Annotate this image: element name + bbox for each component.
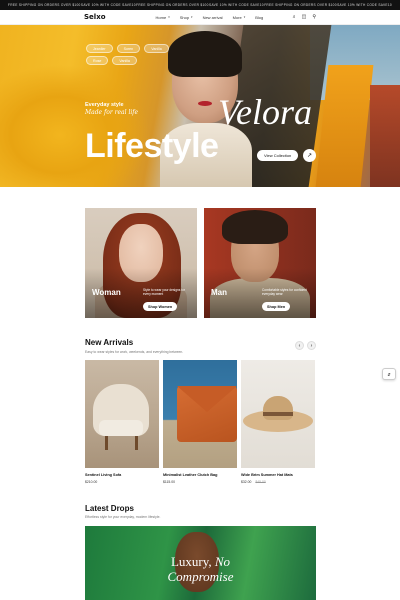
product-price: $210.00 bbox=[85, 480, 98, 484]
hero-chips: Jeanlier Soren Vanilla bbox=[86, 44, 169, 53]
hero-chip[interactable]: Jeanlier bbox=[86, 44, 113, 53]
chevron-down-icon: ▾ bbox=[191, 15, 193, 19]
carousel-next-button[interactable]: › bbox=[307, 341, 316, 350]
new-arrivals-subtitle: Easy to wear styles for work, weekends, … bbox=[85, 350, 184, 354]
chevron-down-icon: ▾ bbox=[168, 15, 170, 19]
category-label: Woman bbox=[92, 288, 121, 297]
product-name[interactable]: Sentinel Living Sofa bbox=[85, 473, 159, 477]
product-image[interactable] bbox=[85, 360, 159, 468]
promo-message: FREE SHIPPING ON ORDERS OVER $100 bbox=[136, 3, 209, 7]
product-name[interactable]: Wide Brim Summer Hat Mats bbox=[241, 473, 315, 477]
latest-drops-title: Latest Drops bbox=[85, 504, 134, 513]
main-nav: Home ▾ Shop ▾ New arrival More ▾ Blog bbox=[156, 15, 264, 20]
model-hair bbox=[222, 210, 288, 244]
carousel-prev-button[interactable]: ‹ bbox=[295, 341, 304, 350]
nav-label: Shop bbox=[179, 14, 190, 20]
arrow-up-right-icon[interactable]: ↗ bbox=[303, 149, 316, 162]
hero-chips: Rose Vanilla bbox=[86, 56, 137, 65]
product-card[interactable]: Minimalist Leather Clutch Bag $115.00 bbox=[163, 360, 237, 484]
nav-item-home[interactable]: Home ▾ bbox=[156, 15, 170, 20]
hero-chip[interactable]: Soren bbox=[116, 44, 141, 53]
promo-message: SAVE 10% WITH CODE SAVE10 bbox=[80, 3, 136, 7]
nav-label: More bbox=[232, 14, 242, 20]
floating-widget-button[interactable]: ⇵ bbox=[382, 368, 396, 380]
hero-fabric bbox=[370, 85, 400, 187]
logo[interactable]: Selxo bbox=[84, 13, 106, 21]
product-price: $32.00 bbox=[241, 480, 252, 484]
promo-message: SAVE 10% WITH CODE SAVE10 bbox=[209, 3, 264, 7]
latest-drops-subtitle: Effortless style for your everyday, mode… bbox=[85, 515, 161, 519]
search-icon[interactable]: ⌕ bbox=[293, 14, 296, 20]
bag-icon[interactable]: ◫ bbox=[302, 14, 307, 20]
hero-tagline: Made for real life bbox=[85, 109, 139, 116]
product-old-price: $45.00 bbox=[255, 480, 266, 484]
hero-chip[interactable]: Vanilla bbox=[112, 56, 137, 65]
chair-shape bbox=[99, 420, 143, 436]
product-price-row: $210.00 bbox=[85, 480, 159, 484]
hero-chip[interactable]: Rose bbox=[86, 56, 109, 65]
nav-item-new-arrival[interactable]: New arrival bbox=[203, 15, 223, 20]
product-image[interactable] bbox=[241, 360, 315, 468]
hero-title: Lifestyle bbox=[85, 127, 219, 165]
shop-women-button[interactable]: Shop Women bbox=[143, 302, 178, 311]
hat-shape bbox=[263, 412, 293, 416]
promo-message: FREE SHIPPING ON ORDERS OVER $100 bbox=[264, 3, 337, 7]
hero-eyebrow: Everyday style bbox=[85, 102, 124, 108]
nav-item-shop[interactable]: Shop ▾ bbox=[180, 15, 193, 20]
drops-banner-title: Luxury, No Compromise bbox=[85, 554, 316, 584]
nav-label: New arrival bbox=[202, 14, 223, 20]
nav-label: Blog bbox=[255, 14, 264, 20]
product-card[interactable]: Wide Brim Summer Hat Mats $32.00 $45.00 bbox=[241, 360, 315, 484]
hero-model-lips bbox=[198, 101, 212, 106]
chair-shape bbox=[135, 436, 138, 450]
user-icon[interactable]: ⚲ bbox=[312, 14, 316, 20]
latest-drops-banner[interactable]: Luxury, No Compromise bbox=[85, 526, 316, 600]
hat-shape bbox=[263, 396, 293, 420]
product-price-row: $32.00 $45.00 bbox=[241, 480, 315, 484]
header-icons: ⌕ ◫ ⚲ bbox=[293, 14, 316, 20]
chair-shape bbox=[105, 436, 108, 450]
product-image[interactable] bbox=[163, 360, 237, 468]
category-description: Style to wear your designs for every mom… bbox=[143, 288, 185, 297]
drops-title-italic: No bbox=[214, 554, 231, 569]
site-header: Selxo Home ▾ Shop ▾ New arrival More ▾ B… bbox=[0, 10, 400, 25]
hero-brand-script: Velora bbox=[218, 92, 312, 132]
category-card-man[interactable]: Man Comfortable styles for confident eve… bbox=[204, 208, 316, 318]
drops-title-line2: Compromise bbox=[167, 569, 234, 584]
product-name[interactable]: Minimalist Leather Clutch Bag bbox=[163, 473, 237, 477]
category-description: Comfortable styles for confident everyda… bbox=[262, 288, 307, 297]
drops-title-line1: Luxury, bbox=[170, 554, 212, 569]
product-card[interactable]: Sentinel Living Sofa $210.00 bbox=[85, 360, 159, 484]
nav-label: Home bbox=[155, 14, 167, 20]
hero-text: Everyday style Made for real life bbox=[85, 102, 138, 116]
hero-chip[interactable]: Vanilla bbox=[144, 44, 169, 53]
category-label: Man bbox=[211, 288, 227, 297]
nav-item-more[interactable]: More ▾ bbox=[233, 15, 246, 20]
promo-message: SAVE 10% WITH CODE SAVE10 bbox=[337, 3, 392, 7]
hero-model-hair bbox=[168, 31, 242, 77]
chevron-down-icon: ▾ bbox=[243, 15, 246, 19]
promo-message: FREE SHIPPING ON ORDERS OVER $100 bbox=[8, 3, 81, 7]
nav-item-blog[interactable]: Blog bbox=[255, 15, 263, 20]
view-collection-button[interactable]: View Collection bbox=[257, 150, 299, 161]
hero-banner: Jeanlier Soren Vanilla Rose Vanilla Ever… bbox=[0, 25, 400, 187]
promo-bar: FREE SHIPPING ON ORDERS OVER $100 SAVE 1… bbox=[0, 0, 400, 10]
product-price: $115.00 bbox=[163, 480, 176, 484]
product-price-row: $115.00 bbox=[163, 480, 237, 484]
new-arrivals-title: New Arrivals bbox=[85, 338, 134, 347]
shop-men-button[interactable]: Shop Men bbox=[262, 302, 291, 311]
category-card-woman[interactable]: Woman Style to wear your designs for eve… bbox=[85, 208, 197, 318]
